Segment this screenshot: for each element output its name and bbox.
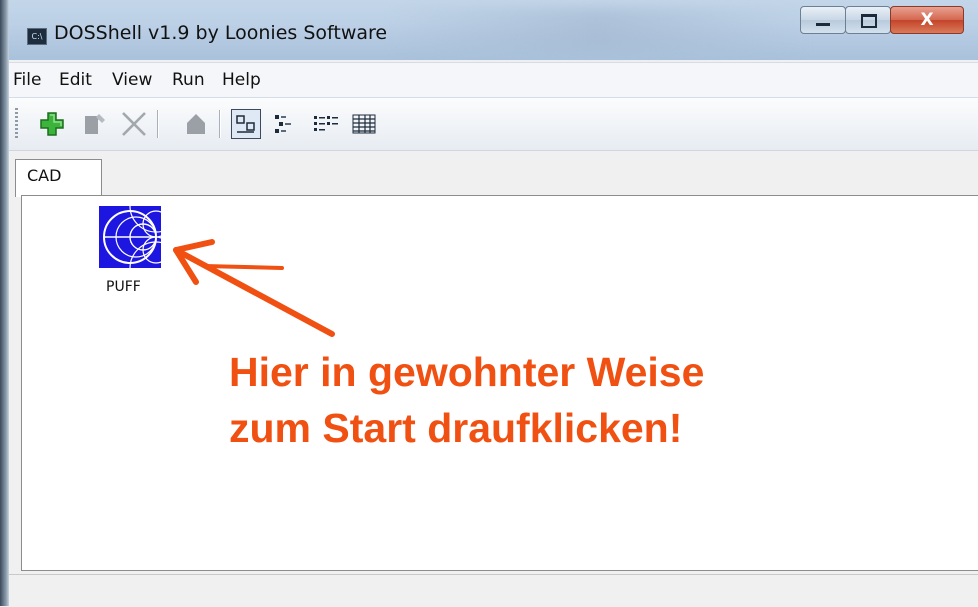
- desktop-edge: [0, 0, 9, 606]
- toolbar-separator: [157, 110, 159, 138]
- menu-help[interactable]: Help: [222, 70, 261, 90]
- status-bar: [9, 574, 978, 607]
- annotation-line-1: Hier in gewohnter Weise: [229, 349, 705, 395]
- properties-icon: [187, 114, 205, 134]
- details-view-button[interactable]: [349, 109, 379, 139]
- add-button[interactable]: [37, 109, 67, 139]
- menu-view[interactable]: View: [112, 70, 152, 90]
- large-icons-view-button[interactable]: [231, 109, 261, 139]
- title-bar[interactable]: C:\ DOSShell v1.9 by Loonies Software X: [9, 0, 978, 60]
- details-view-icon: [352, 114, 376, 134]
- program-item-puff[interactable]: [99, 179, 183, 295]
- maximize-icon: [846, 7, 890, 33]
- edit-button[interactable]: [81, 109, 111, 139]
- menu-bar: File Edit View Run Help: [9, 62, 978, 98]
- large-icons-view-icon: [236, 115, 255, 133]
- menu-edit[interactable]: Edit: [59, 70, 92, 90]
- background-blur: [389, 8, 809, 52]
- toolbar: [9, 98, 978, 151]
- tab-strip: CAD: [9, 152, 978, 197]
- menu-run[interactable]: Run: [172, 70, 205, 90]
- maximize-button[interactable]: [845, 6, 891, 34]
- window-title: DOSShell v1.9 by Loonies Software: [54, 22, 388, 44]
- delete-button[interactable]: [119, 109, 149, 139]
- minimize-button[interactable]: [800, 6, 846, 34]
- list-view-icon: [314, 116, 338, 131]
- app-icon[interactable]: C:\: [27, 28, 47, 45]
- delete-icon: [122, 112, 146, 136]
- tab-cad[interactable]: CAD: [15, 159, 102, 197]
- program-label-puff[interactable]: PUFF: [106, 279, 141, 295]
- small-icons-view-icon: [275, 115, 291, 133]
- toolbar-grip[interactable]: [15, 108, 18, 138]
- minimize-icon: [801, 7, 845, 33]
- menu-file[interactable]: File: [13, 70, 41, 90]
- properties-button[interactable]: [181, 109, 211, 139]
- app-window: C:\ DOSShell v1.9 by Loonies Software X …: [9, 0, 978, 607]
- annotation-text: Hier in gewohnter Weise zum Start draufk…: [229, 344, 704, 456]
- add-icon: [40, 112, 64, 136]
- smith-chart-icon: [103, 179, 183, 295]
- small-icons-view-button[interactable]: [271, 109, 301, 139]
- tab-label: CAD: [27, 166, 62, 185]
- annotation-arrow-icon: [173, 239, 335, 337]
- close-button[interactable]: X: [890, 6, 964, 34]
- annotation-line-2: zum Start draufklicken!: [229, 405, 683, 451]
- toolbar-separator: [219, 110, 221, 138]
- list-view-button[interactable]: [311, 109, 341, 139]
- program-panel: PUFF Hier in gewohnter Weise zum Start d…: [21, 179, 978, 571]
- close-icon: X: [920, 10, 934, 30]
- edit-icon: [85, 114, 105, 134]
